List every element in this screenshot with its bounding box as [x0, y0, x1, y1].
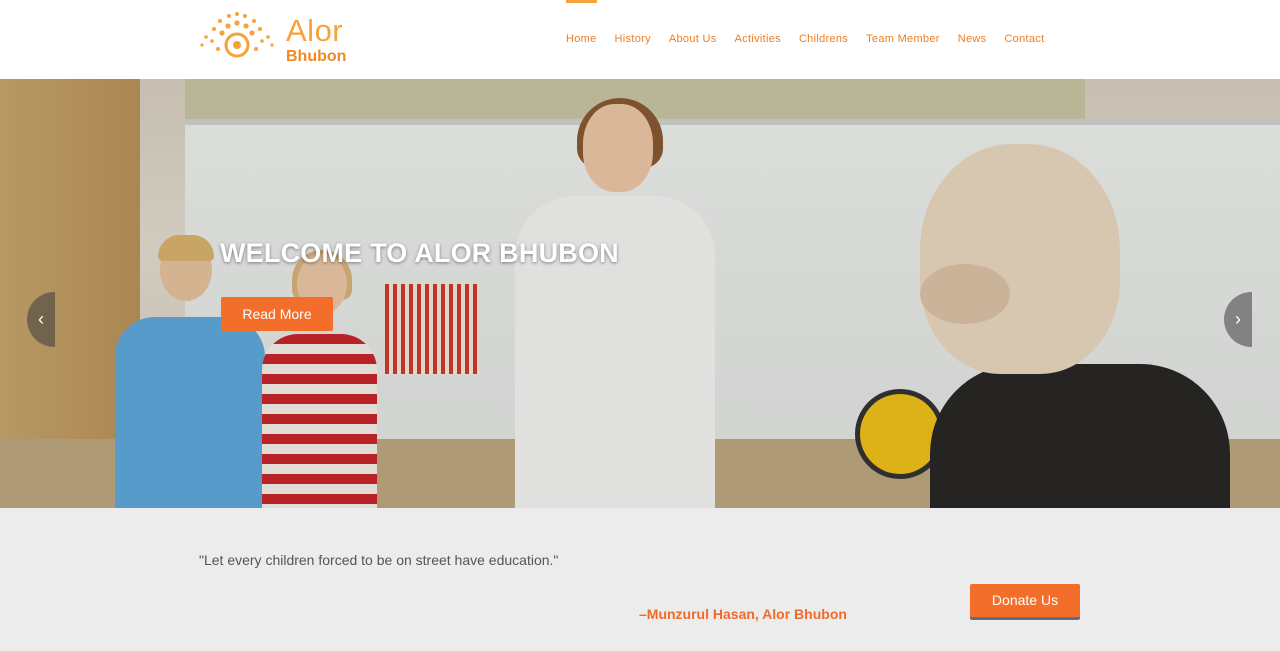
chevron-left-icon: ‹	[38, 309, 44, 329]
nav-item-childrens[interactable]: Childrens	[799, 0, 848, 79]
nav-item-contact[interactable]: Contact	[1004, 0, 1044, 79]
nav-item-history[interactable]: History	[615, 0, 651, 79]
nav-item-team-member[interactable]: Team Member	[866, 0, 940, 79]
quote-text: "Let every children forced to be on stre…	[199, 552, 559, 568]
logo-text: Alor Bhubon	[286, 15, 346, 65]
site-logo[interactable]: Alor Bhubon	[198, 10, 358, 70]
sun-eye-logo-icon	[198, 11, 276, 69]
logo-subtitle: Bhubon	[286, 48, 347, 65]
nav-item-home[interactable]: Home	[566, 0, 597, 79]
quote-author: –Munzurul Hasan, Alor Bhubon	[639, 606, 847, 622]
quote-section: "Let every children forced to be on stre…	[0, 508, 1280, 651]
nav-item-news[interactable]: News	[958, 0, 987, 79]
nav-item-about-us[interactable]: About Us	[669, 0, 717, 79]
donate-button[interactable]: Donate Us	[970, 584, 1080, 620]
read-more-button[interactable]: Read More	[221, 297, 333, 331]
main-nav: Home History About Us Activities Childre…	[566, 0, 1062, 79]
site-header: Alor Bhubon Home History About Us Activi…	[0, 0, 1280, 79]
chevron-right-icon: ›	[1235, 309, 1241, 329]
hero-overlay	[0, 79, 1280, 508]
logo-title: Alor	[286, 13, 344, 48]
hero-title: WELCOME TO ALOR BHUBON	[220, 238, 619, 268]
nav-item-activities[interactable]: Activities	[735, 0, 781, 79]
